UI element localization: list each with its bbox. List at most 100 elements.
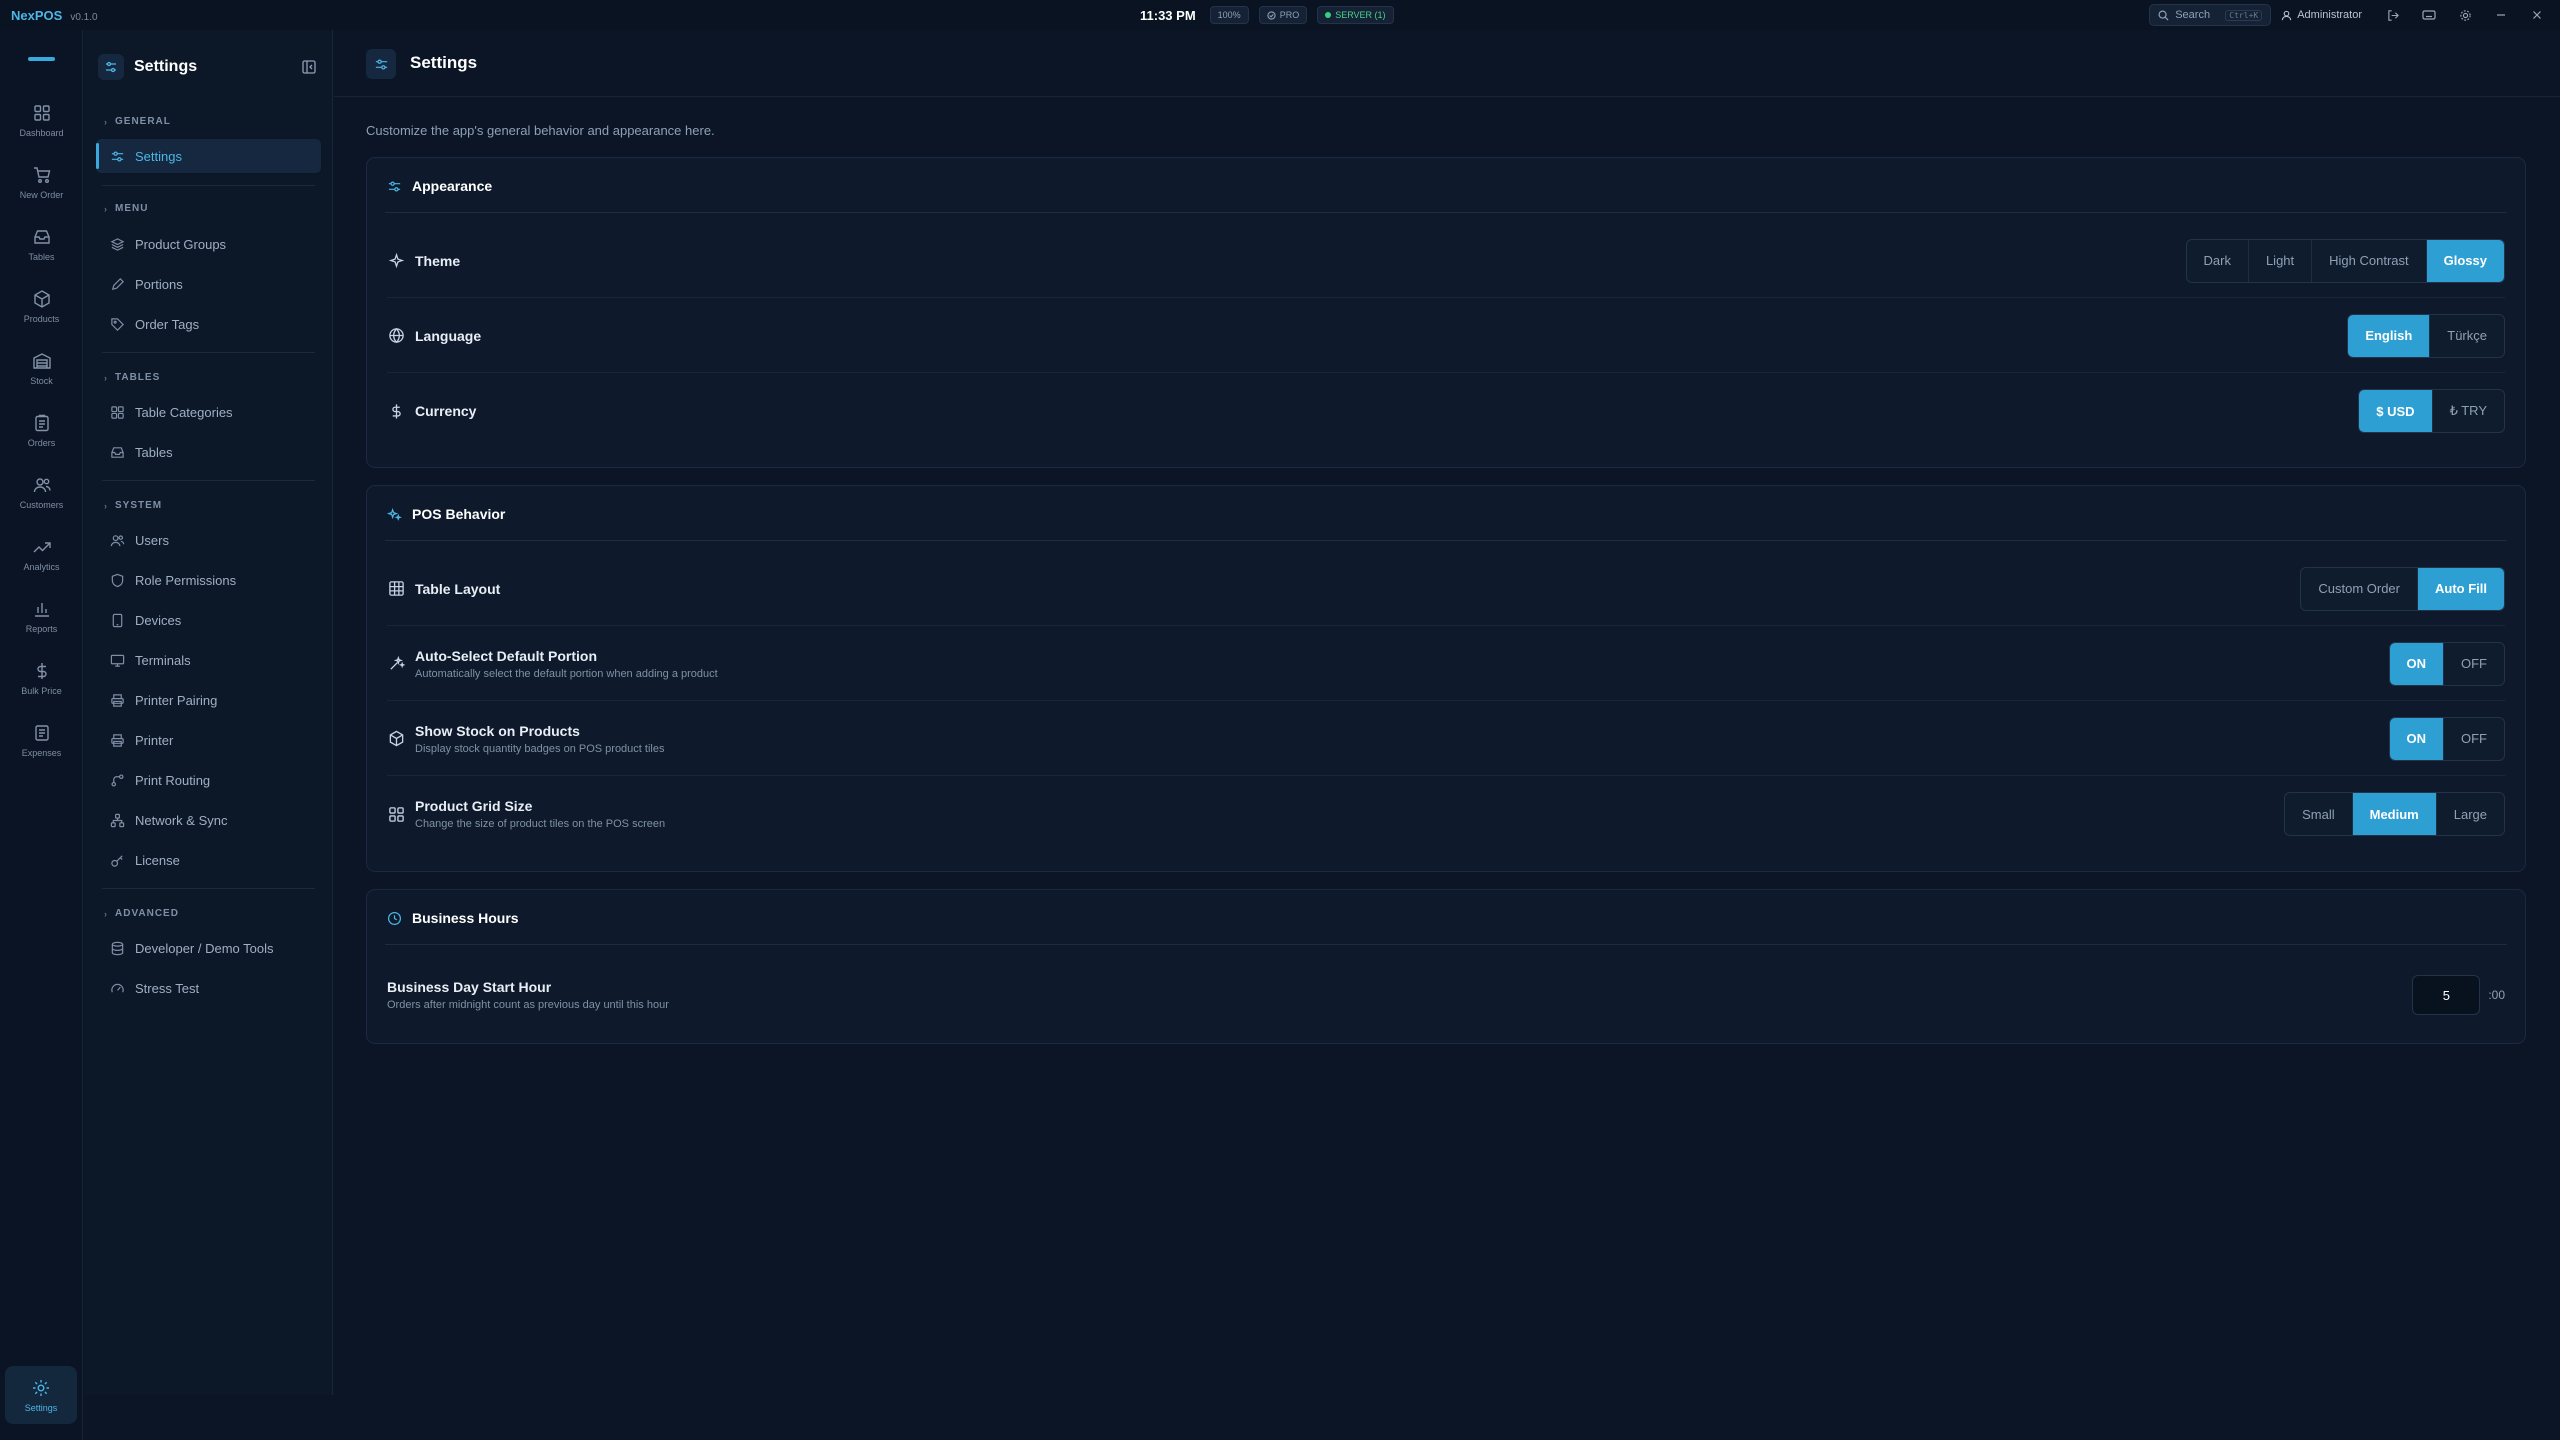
start-hour-input[interactable] — [2412, 975, 2481, 1015]
sidebar-item-printer-pairing[interactable]: Printer Pairing — [96, 683, 321, 717]
rail-item-analytics[interactable]: Analytics — [0, 526, 83, 582]
sidebar-item-devices[interactable]: Devices — [96, 603, 321, 637]
section-general[interactable]: › GENERAL — [104, 116, 171, 127]
sidebar-item-order-tags[interactable]: Order Tags — [96, 307, 321, 341]
dashboard-icon — [33, 104, 50, 121]
sidebar-item-stress-test[interactable]: Stress Test — [96, 971, 321, 1005]
sidebar-item-settings[interactable]: Settings — [96, 139, 321, 173]
printer-icon — [111, 733, 124, 747]
sidebar-item-developer-tools[interactable]: Developer / Demo Tools — [96, 931, 321, 965]
cart-icon — [33, 166, 50, 183]
language-option-english[interactable]: English — [2348, 314, 2431, 357]
currency-option-try[interactable]: ₺ TRY — [2433, 390, 2504, 432]
auto-select-description: Automatically select the default portion… — [415, 667, 718, 680]
sidebar-item-portions[interactable]: Portions — [96, 267, 321, 301]
logout-button[interactable] — [2380, 4, 2406, 26]
rail-label: New Order — [19, 189, 64, 200]
rail-item-new-order[interactable]: New Order — [0, 154, 83, 210]
theme-option-dark[interactable]: Dark — [2187, 239, 2249, 282]
sidebar-item-license[interactable]: License — [96, 843, 321, 877]
section-menu[interactable]: › MENU — [104, 203, 148, 214]
window-controls: Search Ctrl+K Administrator — [2149, 4, 2550, 26]
key-icon — [111, 854, 123, 867]
rail-label: Customers — [19, 499, 64, 510]
currency-option-usd[interactable]: $ USD — [2359, 390, 2433, 432]
collapse-sidebar-button[interactable] — [298, 56, 320, 78]
rail-item-products[interactable]: Products — [0, 278, 83, 334]
rail-item-settings[interactable]: Settings — [5, 1366, 77, 1424]
table-grid-icon — [387, 580, 405, 597]
sidebar-item-users[interactable]: Users — [96, 523, 321, 557]
shield-icon — [111, 573, 124, 587]
app-brand: NexPOS v0.1.0 — [11, 8, 98, 23]
grid-size-option-medium[interactable]: Medium — [2352, 793, 2437, 835]
theme-option-light[interactable]: Light — [2249, 239, 2313, 282]
show-stock-on-button[interactable]: ON — [2389, 717, 2444, 760]
globe-icon — [387, 327, 405, 344]
server-status-dot — [1325, 12, 1332, 18]
zoom-badge[interactable]: 100% — [1209, 6, 1249, 24]
grid-size-label: Product Grid Size — [415, 798, 533, 814]
tablet-icon — [112, 613, 123, 627]
sidebar-item-product-groups[interactable]: Product Groups — [96, 227, 321, 261]
rail-item-customers[interactable]: Customers — [0, 464, 83, 520]
grid-size-option-large[interactable]: Large — [2437, 793, 2504, 835]
rail-handle[interactable] — [28, 57, 55, 61]
rail-item-stock[interactable]: Stock — [0, 340, 83, 396]
panel-collapse-icon — [302, 60, 316, 74]
sidebar-item-printer[interactable]: Printer — [96, 723, 321, 757]
gauge-icon — [111, 983, 124, 992]
auto-select-row: Auto-Select Default Portion Automaticall… — [387, 627, 2505, 701]
card-title: POS Behavior — [412, 506, 506, 522]
theme-option-glossy[interactable]: Glossy — [2426, 239, 2504, 282]
sidebar-item-tables[interactable]: Tables — [96, 435, 321, 469]
section-label: TABLES — [115, 372, 161, 383]
sidebar-divider — [102, 888, 315, 889]
section-tables[interactable]: › TABLES — [104, 372, 160, 383]
sidebar-item-label: Users — [135, 532, 169, 548]
section-advanced[interactable]: › ADVANCED — [104, 908, 179, 919]
auto-select-on-button[interactable]: ON — [2389, 642, 2444, 685]
rail-item-tables[interactable]: Tables — [0, 216, 83, 272]
section-system[interactable]: › SYSTEM — [104, 500, 162, 511]
language-option-turkish[interactable]: Türkçe — [2430, 315, 2504, 357]
page-header: Settings — [334, 30, 2560, 97]
rail-label: Dashboard — [19, 127, 64, 138]
box-icon — [33, 289, 50, 308]
user-icon — [2282, 10, 2292, 20]
auto-select-off-button[interactable]: OFF — [2444, 643, 2504, 685]
sidebar-item-label: Printer — [135, 732, 174, 748]
rail-item-bulk-price[interactable]: Bulk Price — [0, 650, 83, 706]
sidebar-item-terminals[interactable]: Terminals — [96, 643, 321, 677]
table-layout-option-custom[interactable]: Custom Order — [2301, 567, 2418, 610]
keyboard-button[interactable] — [2416, 4, 2442, 26]
sidebar-item-table-categories[interactable]: Table Categories — [96, 395, 321, 429]
user-menu[interactable]: Administrator — [2281, 9, 2362, 21]
sidebar-item-network-sync[interactable]: Network & Sync — [96, 803, 321, 837]
show-stock-off-button[interactable]: OFF — [2444, 718, 2504, 760]
rail-label: Products — [23, 313, 60, 324]
sidebar-item-print-routing[interactable]: Print Routing — [96, 763, 321, 797]
table-layout-option-auto-fill[interactable]: Auto Fill — [2418, 567, 2504, 610]
server-badge[interactable]: SERVER (1) — [1317, 6, 1394, 24]
table-layout-selector: Custom Order Auto Fill — [2300, 566, 2505, 611]
theme-option-high-contrast[interactable]: High Contrast — [2312, 239, 2427, 282]
title-bar: NexPOS v0.1.0 11:33 PM 100% PRO SERVER (… — [0, 0, 2560, 30]
rail-item-expenses[interactable]: Expenses — [0, 712, 83, 768]
global-search[interactable]: Search Ctrl+K — [2149, 4, 2272, 26]
rail-item-orders[interactable]: Orders — [0, 402, 83, 458]
rail-item-reports[interactable]: Reports — [0, 588, 83, 644]
warehouse-icon — [32, 352, 51, 369]
minimize-button[interactable] — [2488, 4, 2514, 26]
close-button[interactable] — [2524, 4, 2550, 26]
sidebar-item-role-permissions[interactable]: Role Permissions — [96, 563, 321, 597]
card-divider — [385, 944, 2507, 945]
language-label: Language — [415, 327, 482, 344]
app-settings-button[interactable] — [2452, 4, 2478, 26]
chevron-right-icon: › — [104, 203, 108, 214]
grid-size-option-small[interactable]: Small — [2285, 793, 2353, 835]
sliders-icon — [98, 54, 124, 80]
tag-icon — [111, 317, 124, 331]
rail-item-dashboard[interactable]: Dashboard — [0, 92, 83, 148]
section-label: SYSTEM — [115, 500, 163, 511]
